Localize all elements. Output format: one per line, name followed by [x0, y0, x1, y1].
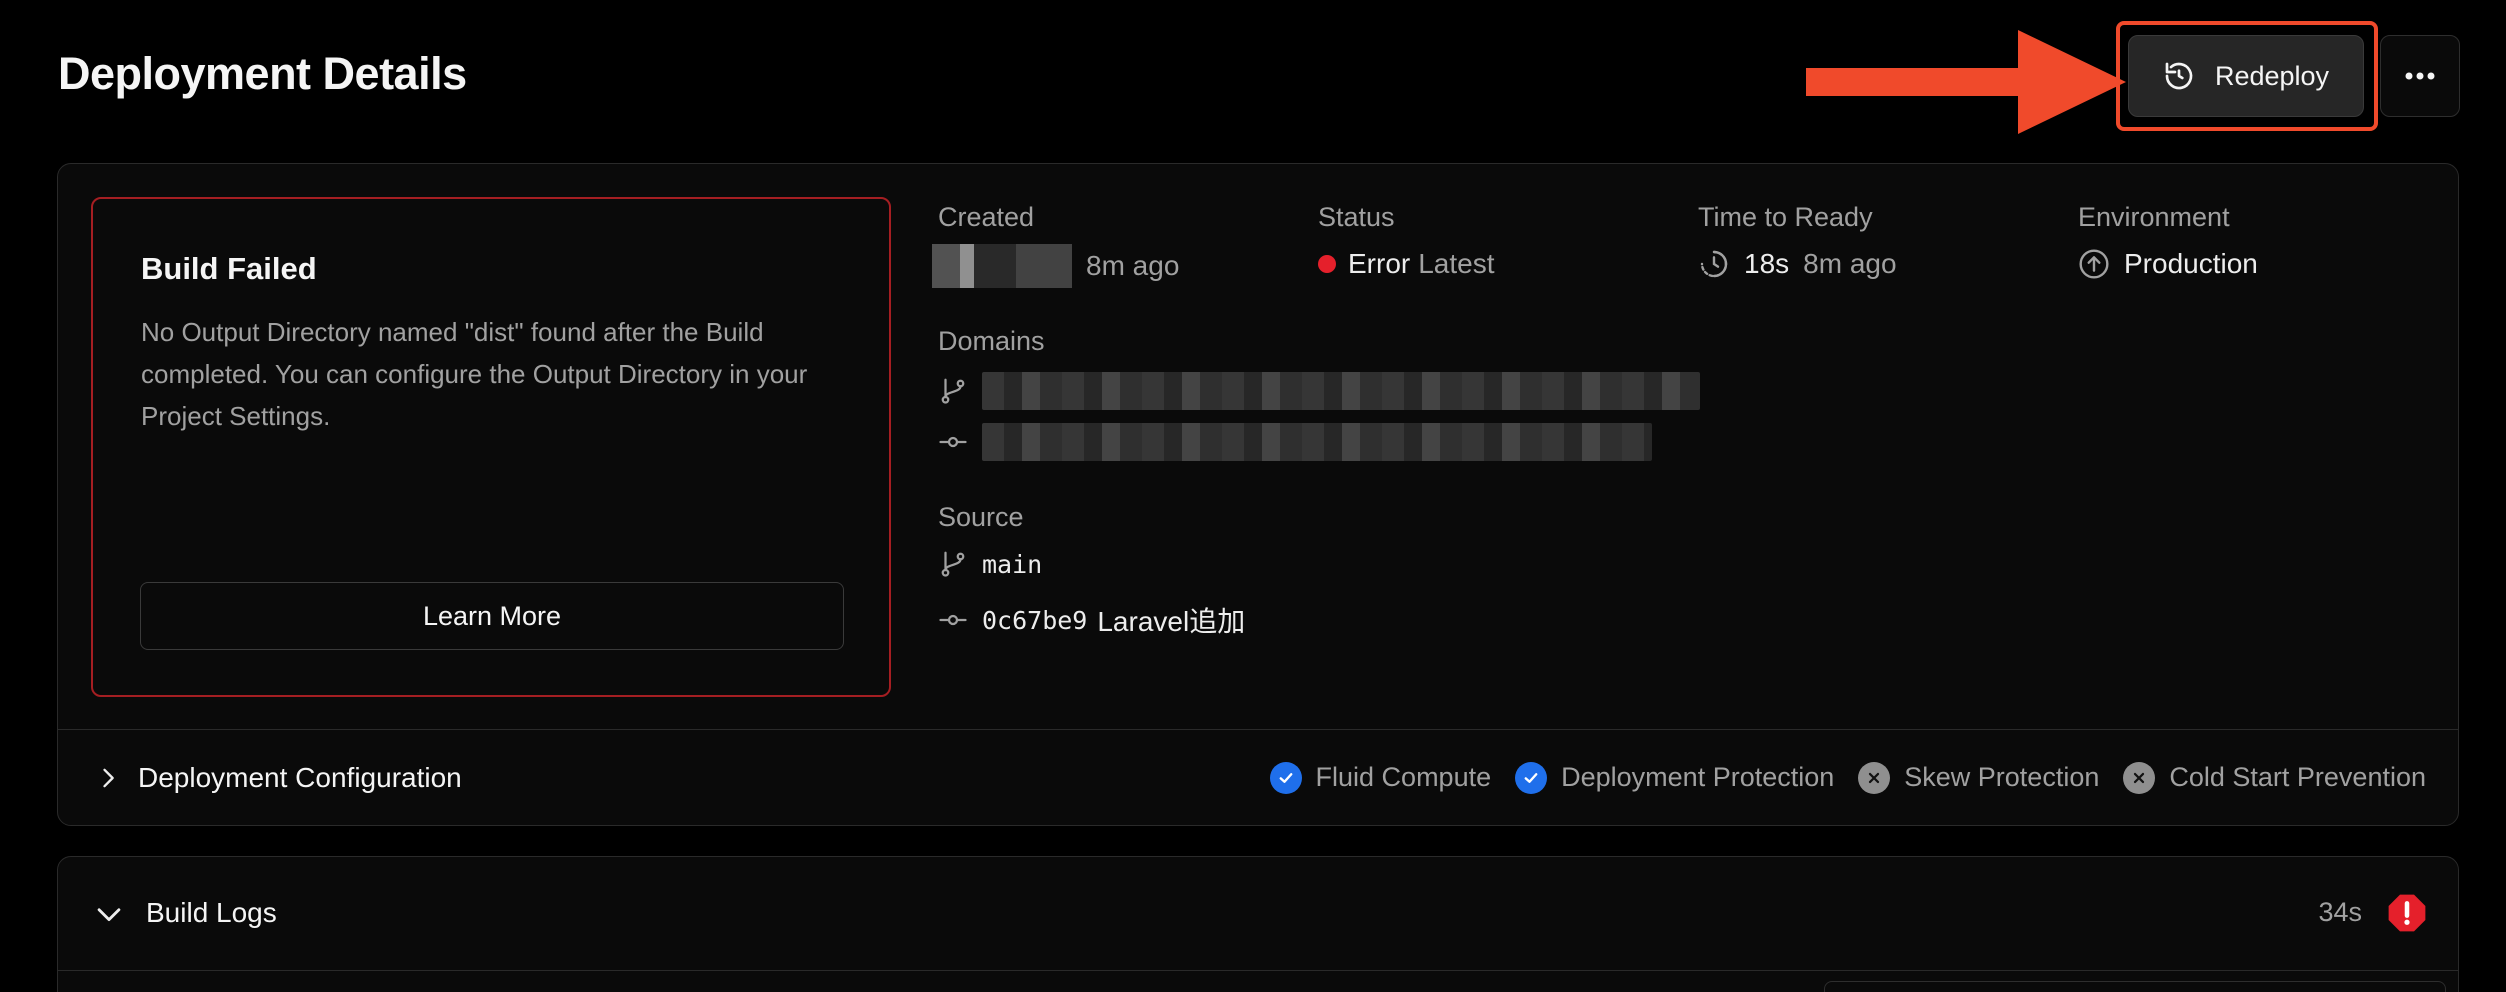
deployment-configuration-row[interactable]: Deployment Configuration Fluid Compute D…: [58, 730, 2458, 825]
redeploy-button[interactable]: Redeploy: [2128, 35, 2364, 117]
git-commit-icon: [938, 604, 968, 636]
deployment-details-page: Deployment Details Redeploy Build Failed: [0, 0, 2506, 992]
domain-redacted: [982, 372, 1700, 410]
environment-label: Environment: [2078, 202, 2230, 232]
deployment-configuration-title: Deployment Configuration: [138, 761, 462, 793]
clock-icon: [1698, 248, 1730, 280]
source-branch: main: [982, 549, 1043, 579]
environment-text: Production: [2124, 248, 2258, 279]
build-failed-title: Build Failed: [141, 251, 317, 286]
logs-divider: [58, 970, 2458, 971]
ready-duration: 18s: [1744, 248, 1790, 279]
feature-cold-start-prevention: Cold Start Prevention: [2123, 761, 2426, 794]
author-avatar-redacted: [932, 244, 1072, 288]
source-label: Source: [938, 502, 1024, 532]
build-failed-panel: Build Failed No Output Directory named "…: [91, 197, 891, 697]
feature-label: Fluid Compute: [1315, 762, 1492, 792]
status-label: Status: [1318, 202, 1395, 232]
commit-message: Laravel追加: [1097, 606, 1246, 637]
source-commit-row[interactable]: 0c67be9 Laravel追加: [938, 600, 1245, 640]
feature-skew-protection: Skew Protection: [1858, 761, 2100, 794]
build-logs-title[interactable]: Build Logs: [146, 897, 277, 929]
check-circle-icon: [1269, 761, 1302, 794]
annotation-arrow: [1806, 30, 2126, 134]
source-branch-row[interactable]: main: [938, 548, 1042, 580]
build-logs-card: Build Logs 34s: [57, 856, 2459, 992]
build-logs-duration: 34s: [2318, 897, 2362, 927]
logs-filter-input[interactable]: [1824, 981, 2446, 992]
git-branch-icon: [938, 548, 968, 580]
feature-label: Deployment Protection: [1561, 762, 1835, 792]
error-alert-icon: [2386, 892, 2428, 934]
more-options-button[interactable]: [2380, 35, 2460, 117]
deployment-card: Build Failed No Output Directory named "…: [57, 163, 2459, 826]
created-value: 8m ago: [932, 244, 1179, 288]
created-label: Created: [938, 202, 1035, 232]
x-circle-icon: [1858, 761, 1891, 794]
redeploy-icon: [2163, 60, 2195, 92]
feature-deployment-protection: Deployment Protection: [1515, 761, 1835, 794]
status-text: Error: [1348, 248, 1411, 279]
created-time: 8m ago: [1086, 250, 1180, 281]
git-branch-icon: [938, 375, 968, 407]
domains-label: Domains: [938, 326, 1045, 356]
time-to-ready-label: Time to Ready: [1698, 202, 1873, 232]
feature-list: Fluid Compute Deployment Protection Skew…: [1269, 761, 2426, 794]
production-arrow-icon: [2078, 248, 2110, 280]
chevron-down-icon[interactable]: [92, 897, 126, 936]
status-value: Error Latest: [1318, 248, 1495, 280]
error-dot-icon: [1318, 255, 1336, 273]
commit-hash: 0c67be9: [982, 605, 1088, 635]
time-to-ready-value: 18s 8m ago: [1698, 248, 1897, 280]
check-circle-icon: [1515, 761, 1548, 794]
domain-redacted: [982, 423, 1652, 461]
page-title: Deployment Details: [58, 48, 467, 99]
ready-time: 8m ago: [1803, 248, 1897, 279]
ellipsis-icon: [2404, 71, 2436, 81]
chevron-right-icon: [94, 764, 122, 792]
domain-row-commit[interactable]: [938, 423, 1652, 461]
build-failed-description: No Output Directory named "dist" found a…: [141, 317, 808, 431]
learn-more-button[interactable]: Learn More: [140, 582, 844, 650]
environment-value: Production: [2078, 248, 2258, 280]
feature-label: Skew Protection: [1904, 762, 2100, 792]
status-tag: Latest: [1418, 248, 1495, 279]
git-commit-icon: [938, 426, 968, 458]
x-circle-icon: [2123, 761, 2156, 794]
feature-label: Cold Start Prevention: [2169, 762, 2426, 792]
domain-row-branch[interactable]: [938, 372, 1700, 410]
feature-fluid-compute: Fluid Compute: [1269, 761, 1492, 794]
redeploy-label: Redeploy: [2214, 60, 2330, 91]
